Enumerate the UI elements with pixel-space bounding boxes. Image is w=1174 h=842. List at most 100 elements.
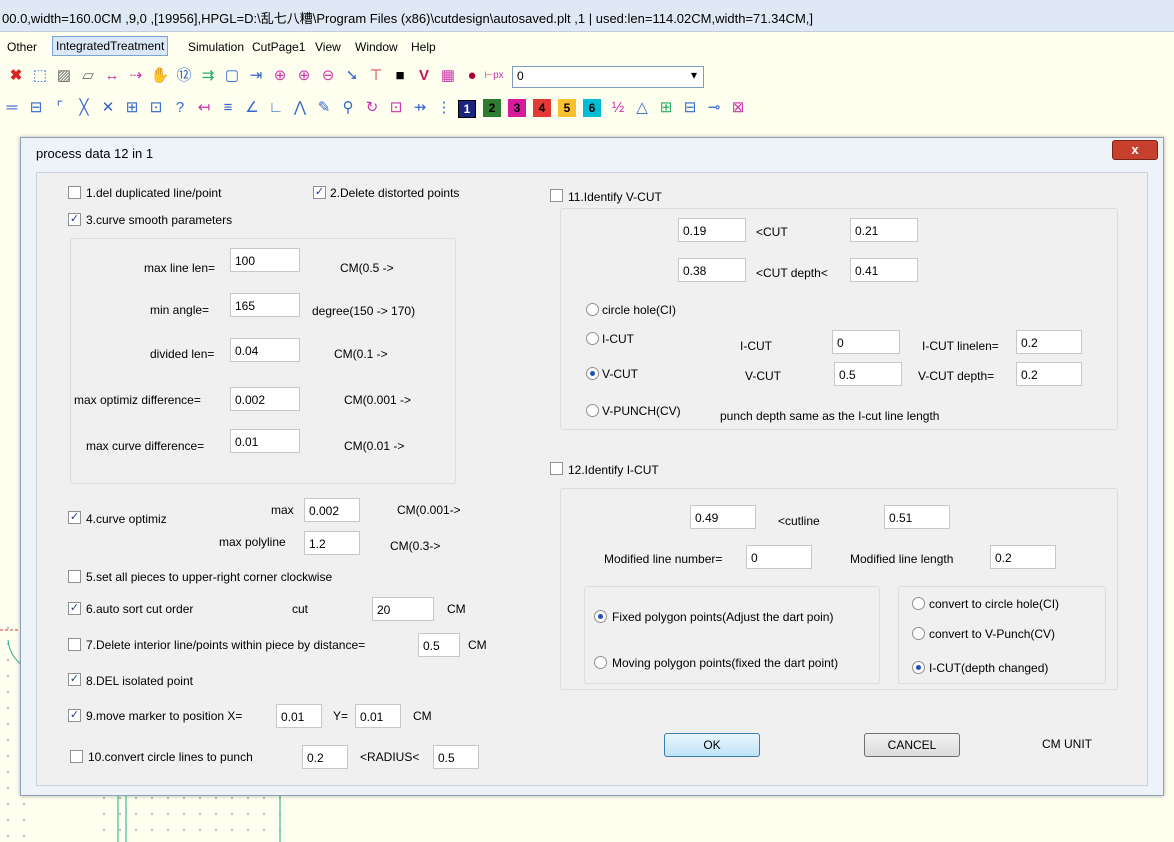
opt10-checkbox[interactable] [70,750,83,763]
min-angle-input[interactable]: 165 [230,293,300,317]
close-button[interactable]: x [1112,140,1158,160]
opt2-checkbox[interactable]: ✓ [313,186,326,199]
fraction-icon[interactable]: ½ [608,98,628,118]
brush-icon[interactable]: ✎ [314,98,334,118]
notch-icon[interactable]: ⊤ [366,66,386,86]
peak-icon[interactable]: ⋀ [290,98,310,118]
icut-max-input[interactable]: 0.51 [884,505,950,529]
fill-icon[interactable]: ▨ [54,66,74,86]
icut-input[interactable]: 0 [832,330,900,354]
opt7-checkbox[interactable] [68,638,81,651]
opt9-checkbox[interactable]: ✓ [68,709,81,722]
hand-icon[interactable]: ✋ [150,66,170,86]
opt7-input[interactable]: 0.5 [418,633,460,657]
opt10-min-input[interactable]: 0.2 [302,745,348,769]
edit-piece-icon[interactable]: ▱ [78,66,98,86]
opt4-polyline-input[interactable]: 1.2 [304,531,360,555]
delete-icon[interactable]: ✖ [6,66,26,86]
vcut-depth-input[interactable]: 0.2 [1016,362,1082,386]
vcut-depth-min-input[interactable]: 0.38 [678,258,746,282]
divided-len-input[interactable]: 0.04 [230,338,300,362]
corner-icon[interactable]: ⌜ [50,98,70,118]
mod-num-input[interactable]: 0 [746,545,812,569]
cross-bold-icon[interactable]: ✕ [98,98,118,118]
icut-min-input[interactable]: 0.49 [690,505,756,529]
color-5-button[interactable]: 5 [558,99,576,117]
add-node-icon[interactable]: ⊕ [294,66,314,86]
radio-icut[interactable] [586,332,599,345]
menu-window[interactable]: Window [352,38,401,56]
rect-split-icon[interactable]: ⊟ [26,98,46,118]
opt3-checkbox[interactable]: ✓ [68,213,81,226]
color-1-button[interactable]: 1 [458,100,476,118]
add-point-icon[interactable]: ⊕ [270,66,290,86]
piece-icon[interactable]: ⊡ [146,98,166,118]
piece-select-icon[interactable]: ⊡ [386,98,406,118]
radio-moving-polygon[interactable] [594,656,607,669]
angle-icon[interactable]: ∠ [242,98,262,118]
dot-icon[interactable]: ● [462,66,482,86]
opt10-max-input[interactable]: 0.5 [433,745,479,769]
line-icon[interactable]: ═ [2,98,22,118]
select-icon[interactable]: ⬚ [30,66,50,86]
menu-view[interactable]: View [312,38,344,56]
curve-icon[interactable]: ? [170,98,190,118]
opt9-x-input[interactable]: 0.01 [276,704,322,728]
pointer-icon[interactable]: ➘ [342,66,362,86]
menu-help[interactable]: Help [408,38,439,56]
angle2-icon[interactable]: ∟ [266,98,286,118]
radio-vpunch[interactable] [586,404,599,417]
loop-icon[interactable]: ↻ [362,98,382,118]
menu-cutpage1[interactable]: CutPage1 [249,38,308,56]
triangle-icon[interactable]: △ [632,98,652,118]
align-icon[interactable]: ≡ [218,98,238,118]
v-icon[interactable]: V [414,66,434,86]
join-icon[interactable]: ⇥ [246,66,266,86]
px-icon[interactable]: ⊢px [484,66,504,86]
radio-vcut[interactable] [586,367,599,380]
vertical-icon[interactable]: ⋮ [434,98,454,118]
color-6-button[interactable]: 6 [583,99,601,117]
opt4-max-input[interactable]: 0.002 [304,498,360,522]
move-icon[interactable]: ⇢ [126,66,146,86]
black-square-icon[interactable]: ■ [390,66,410,86]
frame-icon[interactable]: ▢ [222,66,242,86]
vcut-max-input[interactable]: 0.21 [850,218,918,242]
remove-node-icon[interactable]: ⊖ [318,66,338,86]
stretch-icon[interactable]: ↔ [102,66,122,86]
menu-other[interactable]: Other [4,38,40,56]
dimension-icon[interactable]: ↤ [194,98,214,118]
arrow-right-icon[interactable]: ⇸ [410,98,430,118]
opt9-y-input[interactable]: 0.01 [355,704,401,728]
radio-icut-depth[interactable] [912,661,925,674]
zoom-icon[interactable]: ⚲ [338,98,358,118]
cancel-button[interactable]: CANCEL [864,733,960,757]
px-combo[interactable]: 0 ▾ [512,66,704,88]
opt6-cut-input[interactable]: 20 [372,597,434,621]
icut-linelen-input[interactable]: 0.2 [1016,330,1082,354]
color-2-button[interactable]: 2 [483,99,501,117]
radio-fixed-polygon[interactable] [594,610,607,623]
max-line-len-input[interactable]: 100 [230,248,300,272]
knife-icon[interactable]: ⊸ [704,98,724,118]
sort-icon[interactable]: ⇉ [198,66,218,86]
number-icon[interactable]: ⑫ [174,66,194,86]
opt5-checkbox[interactable] [68,570,81,583]
ok-button[interactable]: OK [664,733,760,757]
color-3-button[interactable]: 3 [508,99,526,117]
radio-convert-circle[interactable] [912,597,925,610]
vcut-min-input[interactable]: 0.19 [678,218,746,242]
opt8-checkbox[interactable]: ✓ [68,673,81,686]
max-optimiz-input[interactable]: 0.002 [230,387,300,411]
plotter-icon[interactable]: ⊟ [680,98,700,118]
max-curve-input[interactable]: 0.01 [230,429,300,453]
radio-circle-hole[interactable] [586,303,599,316]
opt11-checkbox[interactable] [550,189,563,202]
grid-select-icon[interactable]: ▦ [438,66,458,86]
cross-icon[interactable]: ╳ [74,98,94,118]
opt4-checkbox[interactable]: ✓ [68,511,81,524]
hatch-icon[interactable]: ⊠ [728,98,748,118]
color-4-button[interactable]: 4 [533,99,551,117]
opt6-checkbox[interactable]: ✓ [68,602,81,615]
menu-simulation[interactable]: Simulation [185,38,247,56]
